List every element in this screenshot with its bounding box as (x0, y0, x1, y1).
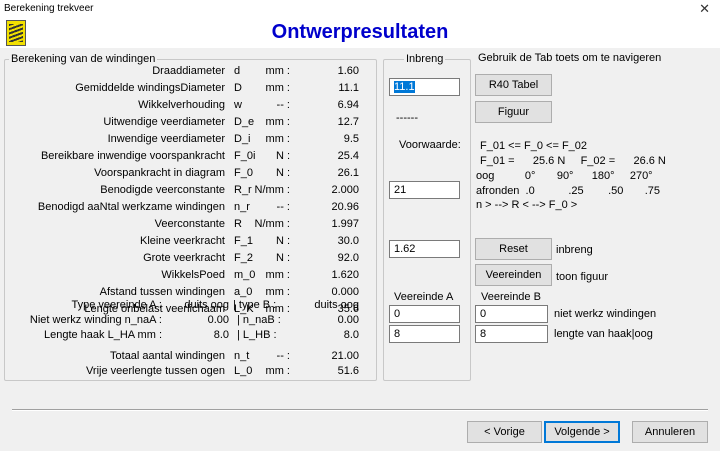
vrij-unit: mm : (265, 365, 290, 377)
veereinde-a-label: Veereinde A (394, 291, 454, 303)
condition-line-1: F_01 <= F_0 <= F_02 (480, 140, 588, 152)
param-unit: -- : (276, 99, 290, 111)
param-value: 12.7 (337, 116, 359, 128)
param-unit: mm : (265, 116, 290, 128)
param-unit: N : (275, 235, 290, 247)
close-icon[interactable]: ✕ (699, 1, 710, 17)
param-label: Benodigd aaNtal werkzame windingen (37, 201, 225, 213)
na-a-input[interactable]: 0 (389, 305, 460, 323)
param-label: Draaddiameter (152, 65, 225, 77)
param-unit: mm : (265, 133, 290, 145)
diameter-input[interactable]: 11.1 (389, 78, 460, 96)
title-bar: Berekening trekveer ✕ (0, 0, 720, 19)
na-b-input[interactable]: 0 (475, 305, 548, 323)
param-value: 26.1 (337, 167, 359, 179)
veereinden-label: toon figuur (556, 271, 608, 283)
dashes-text: ------ (396, 112, 418, 124)
param-value: 11.1 (338, 82, 359, 94)
param-value: 1.620 (331, 269, 359, 281)
param-value: 1.997 (331, 218, 359, 230)
condition-line-5: n > --> R < --> F_0 > (476, 199, 578, 211)
param-label: WikkelsPoed (161, 269, 225, 281)
param-unit: N : (275, 252, 290, 264)
param-unit: N/mm : (254, 218, 290, 230)
lh-b-value: 8.0 (343, 329, 359, 341)
param-label: Gemiddelde windingsDiameter (75, 82, 225, 94)
param-label: Veerconstante (154, 218, 225, 230)
param-value: 1.60 (337, 65, 359, 77)
page-title: Ontwerpresultaten (271, 21, 449, 43)
total-value: 21.00 (331, 350, 359, 362)
header: Ontwerpresultaten (0, 18, 720, 48)
param-unit: N : (275, 150, 290, 162)
param-unit: N/mm : (254, 184, 290, 196)
param-unit: mm : (265, 82, 290, 94)
condition-line-2: F_01 = 25.6 N F_02 = 26.6 N (480, 155, 666, 167)
param-label: Bereikbare inwendige voorspankracht (40, 150, 225, 162)
param-label: Benodigde veerconstante (100, 184, 225, 196)
lh-row-label: Lengte haak L_HA mm : (43, 329, 162, 341)
nw-row-mid: | n_naB : (237, 314, 281, 326)
window-title: Berekening trekveer (4, 3, 94, 14)
windings-input[interactable]: 21 (389, 181, 460, 199)
type-row-mid: | type B : (233, 299, 277, 311)
condition-line-3: oog 0° 90° 180° 270° (476, 170, 653, 182)
total-label: Totaal aantal windingen (110, 350, 225, 362)
param-unit: mm : (265, 65, 290, 77)
cancel-button[interactable]: Annuleren (632, 421, 708, 443)
vrij-value: 51.6 (337, 365, 359, 377)
total-unit: -- : (276, 350, 290, 362)
lh-b-input[interactable]: 8 (475, 325, 548, 343)
nw-a-value: 0.00 (207, 314, 229, 326)
param-label: Wikkelverhouding (138, 99, 225, 111)
param-unit: mm : (265, 269, 290, 281)
reset-label: inbreng (556, 244, 593, 256)
param-value: 20.96 (331, 201, 359, 213)
type-b-value: duits oog (314, 299, 359, 311)
param-value: 92.0 (337, 252, 359, 264)
param-unit: N : (275, 167, 290, 179)
voorwaarde-label: Voorwaarde: (399, 139, 461, 151)
previous-button[interactable]: < Vorige (467, 421, 542, 443)
footer-separator (12, 409, 708, 411)
veereinden-button[interactable]: Veereinden (475, 264, 552, 286)
lh-a-value: 8.0 (213, 329, 229, 341)
nw-b-value: 0.00 (337, 314, 359, 326)
param-value: 2.000 (331, 184, 359, 196)
param-label: Grote veerkracht (143, 252, 225, 264)
nw-row-label: Niet werkz winding n_naA : (29, 314, 162, 326)
vrij-label: Vrije veerlengte tussen ogen (85, 365, 225, 377)
na-label: niet werkz windingen (554, 308, 657, 320)
reset-button[interactable]: Reset (475, 238, 552, 260)
pitch-input[interactable]: 1.62 (389, 240, 460, 258)
param-unit: -- : (276, 201, 290, 213)
type-a-value: duits oog (184, 299, 229, 311)
lh-label: lengte van haak|oog (554, 328, 653, 340)
param-value: 6.94 (337, 99, 359, 111)
param-value: 9.5 (343, 133, 359, 145)
navigation-hint: Gebruik de Tab toets om te navigeren (478, 52, 662, 64)
inbreng-legend: Inbreng (406, 53, 444, 65)
type-row-label: Type veereinde A : (71, 299, 162, 311)
condition-line-4: afronden .0 .25 .50 .75 (476, 185, 661, 197)
veereinde-b-label: Veereinde B (481, 291, 541, 303)
param-label: Voorspankracht in diagram (94, 167, 225, 179)
lh-row-mid: | L_HB : (237, 329, 277, 341)
param-label: Inwendige veerdiameter (107, 133, 225, 145)
param-value: 30.0 (337, 235, 359, 247)
r40-table-button[interactable]: R40 Tabel (475, 74, 552, 96)
param-label: Kleine veerkracht (140, 235, 225, 247)
param-value: 25.4 (337, 150, 359, 162)
figure-button[interactable]: Figuur (475, 101, 552, 123)
lh-a-input[interactable]: 8 (389, 325, 460, 343)
param-label: Uitwendige veerdiameter (103, 116, 225, 128)
next-button[interactable]: Volgende > (544, 421, 620, 443)
